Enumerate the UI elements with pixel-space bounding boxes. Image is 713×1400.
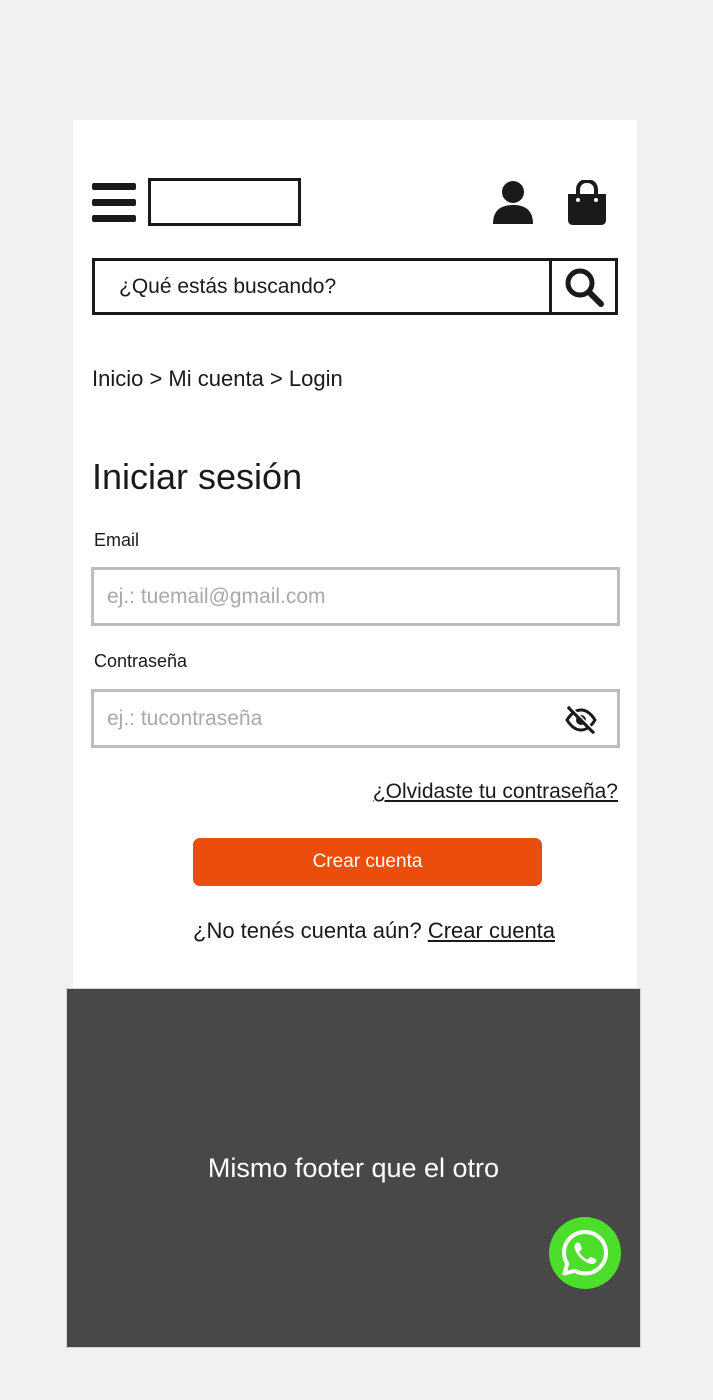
forgot-password-link[interactable]: ¿Olvidaste tu contraseña?: [373, 780, 618, 804]
search-icon: [565, 268, 604, 307]
hamburger-menu-icon[interactable]: [92, 183, 136, 223]
no-account-text: ¿No tenés cuenta aún?: [193, 918, 422, 943]
user-icon[interactable]: [492, 180, 534, 226]
search-input[interactable]: [95, 261, 555, 312]
signup-row: ¿No tenés cuenta aún? Crear cuenta: [193, 918, 555, 944]
footer: Mismo footer que el otro: [66, 988, 641, 1348]
eye-slash-icon[interactable]: [565, 706, 597, 734]
password-label: Contraseña: [94, 651, 188, 671]
search-bar: [92, 258, 618, 315]
shopping-bag-icon[interactable]: [566, 178, 608, 226]
breadcrumb[interactable]: Inicio > Mi cuenta > Login: [92, 366, 343, 392]
email-field-wrapper: [91, 567, 620, 626]
email-label: Email: [94, 530, 140, 550]
page-title: Iniciar sesión: [92, 456, 303, 497]
create-account-link[interactable]: Crear cuenta: [428, 918, 555, 943]
whatsapp-button[interactable]: [549, 1217, 621, 1289]
submit-button[interactable]: Crear cuenta: [193, 838, 542, 886]
email-field[interactable]: [94, 570, 617, 623]
search-button[interactable]: [549, 261, 615, 312]
password-field[interactable]: [94, 692, 617, 745]
footer-text: Mismo footer que el otro: [207, 1153, 500, 1183]
logo-placeholder[interactable]: [148, 178, 301, 226]
password-field-wrapper: [91, 689, 620, 748]
whatsapp-icon: [562, 1230, 608, 1276]
